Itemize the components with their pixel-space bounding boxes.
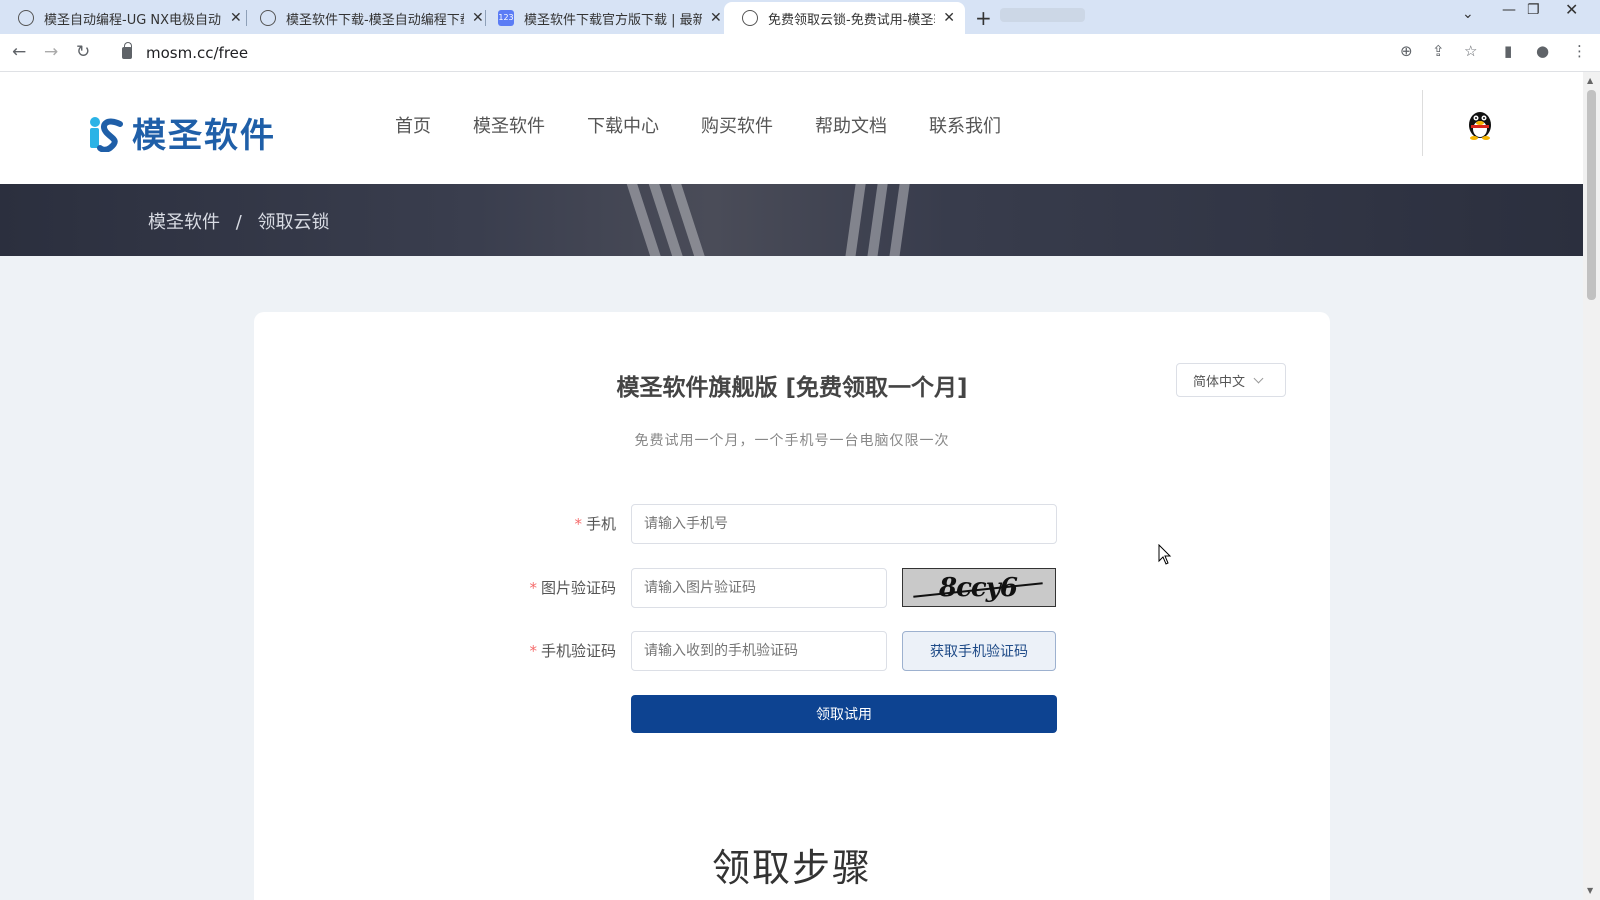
- breadcrumb-home[interactable]: 模圣软件: [148, 212, 220, 233]
- close-icon[interactable]: ✕: [943, 10, 955, 26]
- scroll-down-icon[interactable]: ▼: [1587, 886, 1593, 895]
- blurred-region: [1000, 8, 1085, 22]
- claim-trial-button[interactable]: 领取试用: [631, 695, 1057, 733]
- get-sms-code-button[interactable]: 获取手机验证码: [902, 631, 1056, 671]
- site-header: 模圣软件 首页 模圣软件 下载中心 购买软件 帮助文档 联系我们: [0, 72, 1583, 184]
- nav-software[interactable]: 模圣软件: [473, 112, 545, 138]
- close-window-icon[interactable]: ✕: [1565, 0, 1578, 19]
- captcha-text: 8ccy6: [939, 573, 1018, 603]
- address-bar[interactable]: mosm.cc/free: [110, 38, 1550, 68]
- nav-buy[interactable]: 购买软件: [701, 112, 773, 138]
- sms-code-label: * 手机验证码: [476, 640, 616, 661]
- new-tab-icon[interactable]: +: [975, 6, 992, 30]
- zoom-icon[interactable]: ⊕: [1400, 42, 1413, 60]
- site-logo[interactable]: 模圣软件: [86, 108, 276, 157]
- reload-icon[interactable]: ↻: [76, 42, 90, 62]
- close-icon[interactable]: ✕: [230, 10, 242, 26]
- tab-title: 模圣自动编程-UG NX电极自动: [44, 12, 222, 28]
- phone-label-text: 手机: [585, 515, 616, 533]
- tab-title: 模圣软件下载-模圣自动编程下载: [286, 12, 464, 28]
- breadcrumb: 模圣软件 / 领取云锁: [148, 208, 340, 234]
- tab-search-icon[interactable]: ⌄: [1462, 6, 1474, 22]
- logo-icon: [90, 116, 123, 152]
- form-title: 模圣软件旗舰版 [免费领取一个月]: [616, 375, 968, 401]
- phone-input[interactable]: [631, 504, 1057, 544]
- header-divider: [1422, 90, 1423, 156]
- back-icon[interactable]: ←: [12, 42, 26, 62]
- tab-title: 免费领取云锁-免费试用-模圣软件: [768, 12, 935, 28]
- forward-icon[interactable]: →: [44, 42, 58, 62]
- chevron-down-icon: [1253, 373, 1264, 383]
- main-nav: 首页 模圣软件 下载中心 购买软件 帮助文档 联系我们: [395, 112, 1043, 138]
- mouse-cursor-icon: [1158, 544, 1172, 565]
- image-code-input[interactable]: [631, 568, 887, 608]
- browser-tab[interactable]: 模圣自动编程-UG NX电极自动 ✕: [0, 2, 252, 34]
- sms-code-label-text: 手机验证码: [540, 642, 616, 660]
- nav-contact[interactable]: 联系我们: [929, 112, 1001, 138]
- image-code-label-text: 图片验证码: [540, 579, 616, 597]
- share-icon[interactable]: ⇪: [1432, 42, 1445, 60]
- banner-decoration: [887, 184, 911, 256]
- url-text: mosm.cc/free: [146, 44, 249, 62]
- side-panel-icon[interactable]: ▮: [1504, 42, 1512, 60]
- language-value: 简体中文: [1193, 374, 1246, 390]
- profile-icon[interactable]: ●: [1536, 42, 1549, 60]
- nav-downloads[interactable]: 下载中心: [587, 112, 659, 138]
- tab-title: 模圣软件下载官方版下载 | 最新: [524, 12, 702, 28]
- browser-tab[interactable]: 123 模圣软件下载官方版下载 | 最新 ✕: [480, 2, 732, 34]
- banner-decoration: [865, 184, 889, 256]
- trial-form-card: 模圣软件旗舰版 [免费领取一个月] 简体中文 免费试用一个月，一个手机号一台电脑…: [254, 312, 1330, 900]
- close-icon[interactable]: ✕: [710, 10, 722, 26]
- qq-penguin-icon[interactable]: [1466, 108, 1494, 140]
- menu-icon[interactable]: ⋮: [1572, 42, 1587, 60]
- required-mark: *: [574, 515, 582, 533]
- logo-text: 模圣软件: [132, 116, 276, 156]
- browser-toolbar: ← → ↻ mosm.cc/free ⊕ ⇪ ☆ ▮ ● ⋮: [0, 34, 1600, 72]
- page-scrollbar[interactable]: ▲ ▼: [1583, 72, 1600, 900]
- restore-icon[interactable]: ❐: [1527, 2, 1540, 18]
- globe-icon: [260, 10, 276, 26]
- browser-tab[interactable]: 模圣软件下载-模圣自动编程下载 ✕: [242, 2, 494, 34]
- banner-decoration: [843, 184, 867, 256]
- 123-icon: 123: [498, 10, 514, 26]
- star-icon[interactable]: ☆: [1464, 42, 1477, 60]
- steps-heading: 领取步骤: [711, 846, 872, 890]
- form-subtitle: 免费试用一个月，一个手机号一台电脑仅限一次: [634, 433, 950, 449]
- page-banner: 模圣软件 / 领取云锁: [0, 184, 1583, 256]
- phone-label: * 手机: [476, 513, 616, 534]
- lock-icon: [122, 42, 132, 59]
- image-code-label: * 图片验证码: [476, 577, 616, 598]
- scroll-thumb[interactable]: [1587, 90, 1596, 300]
- nav-home[interactable]: 首页: [395, 112, 431, 138]
- globe-icon: [18, 10, 34, 26]
- browser-tab-bar: 模圣自动编程-UG NX电极自动 ✕ 模圣软件下载-模圣自动编程下载 ✕ 123…: [0, 0, 1600, 34]
- breadcrumb-separator: /: [235, 212, 242, 233]
- browser-tab-active[interactable]: 免费领取云锁-免费试用-模圣软件 ✕: [724, 2, 965, 34]
- sms-code-input[interactable]: [631, 631, 887, 671]
- nav-help[interactable]: 帮助文档: [815, 112, 887, 138]
- scroll-up-icon[interactable]: ▲: [1587, 76, 1593, 85]
- globe-icon: [742, 10, 758, 26]
- required-mark: *: [529, 579, 537, 597]
- language-select[interactable]: 简体中文: [1176, 363, 1286, 397]
- required-mark: *: [529, 642, 537, 660]
- web-page: 模圣软件 首页 模圣软件 下载中心 购买软件 帮助文档 联系我们 模圣软件 / …: [0, 72, 1583, 900]
- captcha-image[interactable]: 8ccy6: [902, 568, 1056, 607]
- breadcrumb-current: 领取云锁: [257, 212, 330, 233]
- minimize-icon[interactable]: —: [1502, 2, 1516, 18]
